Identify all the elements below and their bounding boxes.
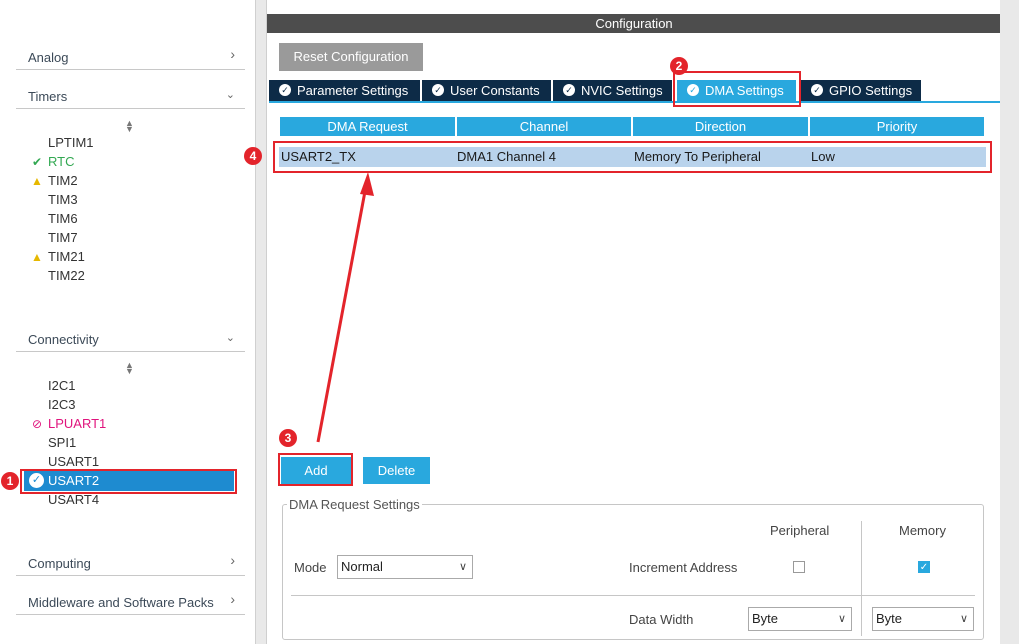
arrow-line	[316, 185, 368, 443]
arrow-head	[360, 172, 374, 196]
annotation-arrow	[316, 172, 374, 443]
